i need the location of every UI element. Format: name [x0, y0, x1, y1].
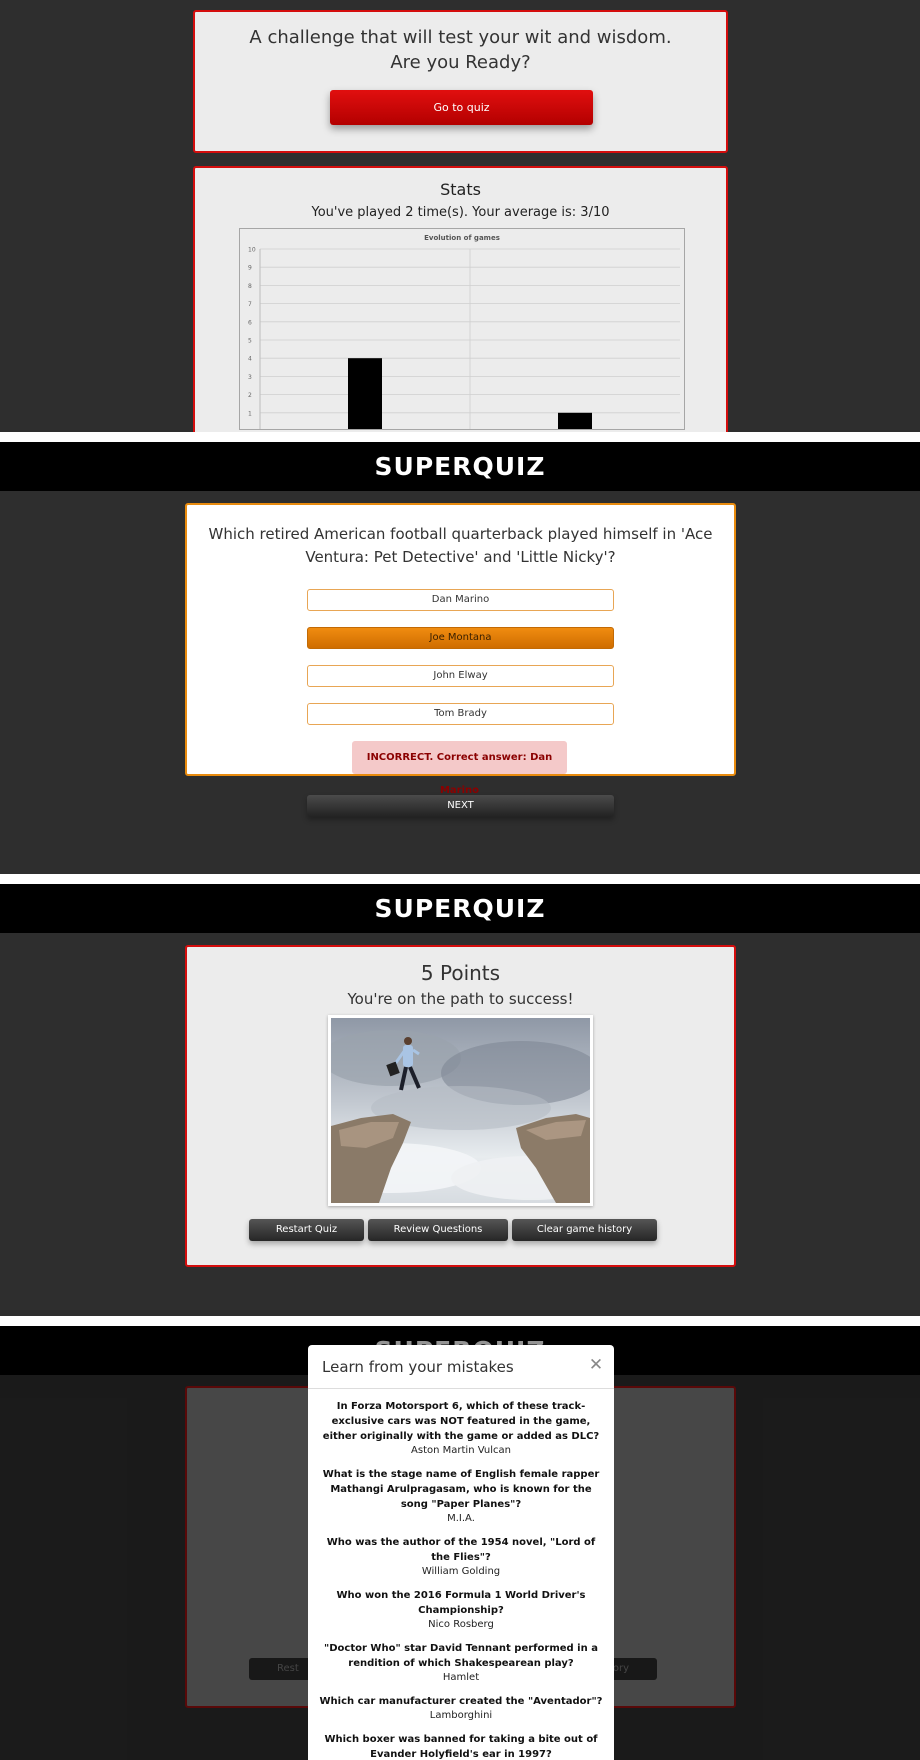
result-message: You're on the path to success!: [347, 990, 574, 1008]
y-tick-label: 8: [248, 283, 252, 290]
chart-svg: Evolution of games 0 1 2 3 4 5 6 7 8 9 10: [248, 234, 680, 430]
review-question: In Forza Motorsport 6, which of these tr…: [322, 1401, 600, 1442]
app-header: SUPERQUIZ: [0, 442, 920, 491]
modal-title: Learn from your mistakes: [322, 1358, 514, 1376]
review-answer: Nico Rosberg: [428, 1619, 494, 1630]
stats-title: Stats: [440, 180, 481, 199]
close-icon[interactable]: ✕: [586, 1355, 606, 1375]
y-tick-label: 9: [248, 265, 252, 272]
brand-logo: SUPERQUIZ: [374, 452, 546, 481]
y-tick-label: 4: [248, 356, 252, 363]
answer-option-4[interactable]: Tom Brady: [307, 703, 614, 725]
review-question: "Doctor Who" star David Tennant performe…: [324, 1643, 598, 1669]
stats-card: Stats You've played 2 time(s). Your aver…: [193, 166, 728, 432]
y-tick-label: 6: [248, 319, 252, 326]
games-chart: Evolution of games 0 1 2 3 4 5 6 7 8 9 10: [239, 228, 685, 430]
review-item: Which car manufacturer created the "Aven…: [316, 1694, 606, 1723]
review-answer: Hamlet: [442, 1672, 480, 1683]
review-question: Which car manufacturer created the "Aven…: [319, 1696, 603, 1707]
chart-title: Evolution of games: [424, 234, 500, 242]
bar-game-1: [348, 358, 382, 429]
intro-card: A challenge that will test your wit and …: [193, 10, 728, 153]
businessman-on-cliff-illustration: [331, 1018, 590, 1203]
review-question: Who was the author of the 1954 novel, "L…: [326, 1537, 596, 1563]
review-modal: Learn from your mistakes ✕ In Forza Moto…: [308, 1345, 614, 1760]
go-to-quiz-button[interactable]: Go to quiz: [330, 90, 593, 125]
review-answer: William Golding: [421, 1566, 501, 1577]
answer-option-3[interactable]: John Elway: [307, 665, 614, 687]
app-header: SUPERQUIZ: [0, 884, 920, 933]
next-button[interactable]: NEXT: [307, 795, 614, 817]
bar-game-2: [558, 412, 592, 429]
review-item: Who won the 2016 Formula 1 World Driver'…: [316, 1588, 606, 1632]
result-screen: SUPERQUIZ 5 Points You're on the path to…: [0, 884, 920, 1316]
y-tick-label: 5: [248, 338, 252, 345]
answer-option-2-selected[interactable]: Joe Montana: [307, 627, 614, 649]
review-answer: Lamborghini: [429, 1710, 493, 1721]
y-tick-label: 1: [248, 410, 252, 417]
review-item: Who was the author of the 1954 novel, "L…: [316, 1535, 606, 1579]
y-tick-label: 0: [248, 429, 252, 430]
review-question: Which boxer was banned for taking a bite…: [324, 1734, 598, 1760]
question-screen: SUPERQUIZ Which retired American footbal…: [0, 442, 920, 874]
stats-summary: You've played 2 time(s). Your average is…: [311, 205, 610, 220]
question-card: Which retired American football quarterb…: [185, 503, 736, 817]
result-image: [328, 1015, 593, 1206]
review-questions-button[interactable]: Review Questions: [368, 1219, 508, 1241]
review-question: What is the stage name of English female…: [322, 1469, 600, 1510]
modal-header: Learn from your mistakes ✕: [308, 1345, 614, 1389]
review-item: Which boxer was banned for taking a bite…: [316, 1732, 606, 1760]
answer-option-1[interactable]: Dan Marino: [307, 589, 614, 611]
brand-logo: SUPERQUIZ: [374, 894, 546, 923]
review-item: What is the stage name of English female…: [316, 1467, 606, 1526]
review-list: In Forza Motorsport 6, which of these tr…: [316, 1399, 606, 1760]
tagline-line-1: A challenge that will test your wit and …: [249, 27, 672, 48]
review-question: Who won the 2016 Formula 1 World Driver'…: [336, 1590, 586, 1616]
answer-feedback: INCORRECT. Correct answer: Dan Marino: [352, 741, 567, 796]
score-points: 5 Points: [420, 961, 501, 985]
y-tick-label: 7: [248, 301, 252, 308]
y-tick-label: 3: [248, 374, 252, 381]
y-tick-label: 10: [248, 247, 256, 254]
tagline-line-2: Are you Ready?: [390, 52, 531, 73]
review-answer: M.I.A.: [447, 1513, 475, 1524]
home-screen: A challenge that will test your wit and …: [0, 0, 920, 432]
result-card: 5 Points You're on the path to success!: [185, 945, 736, 1267]
review-item: In Forza Motorsport 6, which of these tr…: [316, 1399, 606, 1458]
y-tick-label: 2: [248, 392, 252, 399]
review-screen: SUPERQUIZ Rest istory Learn from your mi…: [0, 1326, 920, 1760]
review-answer: Aston Martin Vulcan: [411, 1445, 511, 1456]
tagline: A challenge that will test your wit and …: [195, 25, 726, 75]
question-text: Which retired American football quarterb…: [208, 525, 713, 566]
restart-quiz-button[interactable]: Restart Quiz: [249, 1219, 364, 1241]
review-item: "Doctor Who" star David Tennant performe…: [316, 1641, 606, 1685]
clear-history-button[interactable]: Clear game history: [512, 1219, 657, 1241]
